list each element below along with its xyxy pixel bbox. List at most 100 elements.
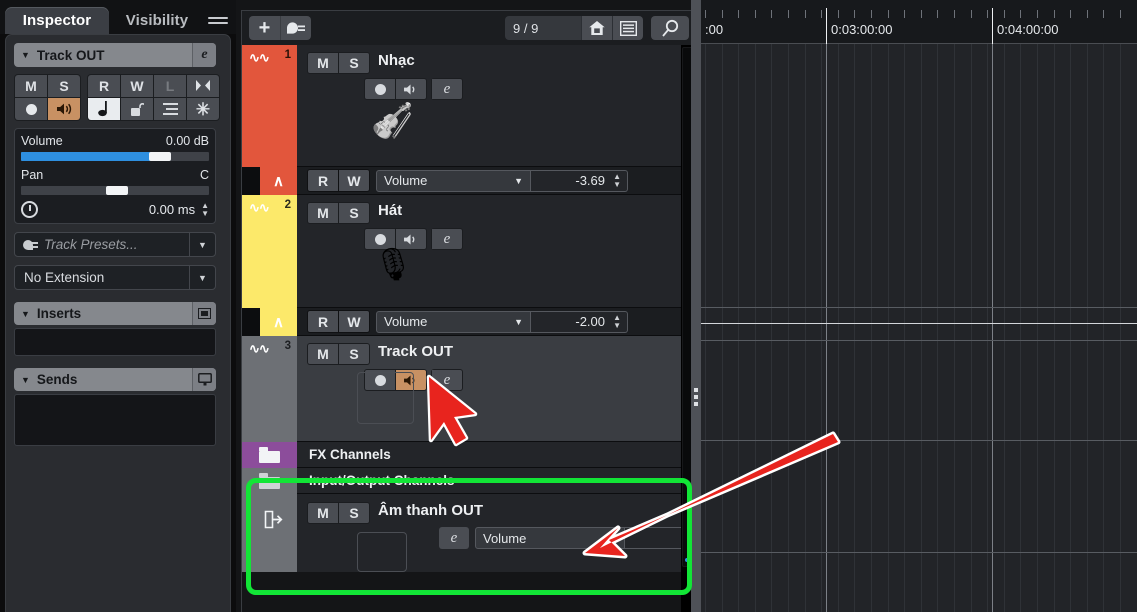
sends-slot-list[interactable] — [14, 394, 216, 446]
track-presets-field[interactable]: Track Presets... ▼ — [14, 232, 216, 257]
mute-button[interactable]: M — [15, 75, 47, 97]
extension-select[interactable]: No Extension ▼ — [14, 265, 216, 290]
tab-inspector[interactable]: Inspector — [5, 7, 109, 34]
grid-line — [871, 44, 872, 612]
automation-value-field[interactable]: -3.69 ▲ ▼ — [531, 169, 628, 192]
track-name[interactable]: Nhạc — [378, 52, 415, 69]
automation-parameter-select[interactable]: Volume ▼ — [376, 310, 531, 333]
musical-mode-button[interactable] — [88, 98, 120, 120]
track-body[interactable]: M S Hát e 🎙 — [297, 195, 695, 308]
folder-row-io-channels[interactable]: Input/Output Channels — [242, 468, 695, 494]
folder-row-fx-channels[interactable]: FX Channels — [242, 442, 695, 468]
track-name[interactable]: Hát — [378, 202, 402, 219]
track-row[interactable]: ∿∿ 3 M S Track OUT e — [242, 336, 695, 442]
ruler-tick — [788, 10, 789, 18]
edit-channel-button[interactable]: e — [432, 370, 462, 390]
ruler-tick — [1070, 10, 1071, 18]
edit-channel-icon[interactable]: e — [192, 43, 216, 67]
freeze-asterisk-icon[interactable]: ✳ — [187, 98, 219, 120]
volume-slider[interactable] — [21, 152, 209, 161]
home-icon[interactable] — [581, 16, 612, 40]
solo-button[interactable]: S — [339, 203, 369, 223]
volume-slider-handle[interactable] — [148, 152, 171, 161]
track-preset-button[interactable] — [280, 16, 311, 40]
track-row[interactable]: ∿∿ 2 M S Hát e 🎙 — [242, 195, 695, 308]
read-automation-button[interactable]: R — [308, 311, 338, 332]
inserts-slot-list[interactable] — [14, 328, 216, 356]
bypass-inserts-icon[interactable] — [192, 302, 216, 325]
track-counter-group: 9 / 9 — [505, 16, 643, 40]
add-track-button[interactable]: + — [249, 16, 280, 40]
track-color-strip[interactable]: ∿∿ 3 — [242, 336, 297, 442]
unlock-icon[interactable] — [121, 98, 153, 120]
inserts-section-header[interactable]: ▼ Inserts — [14, 302, 216, 325]
list-icon[interactable] — [612, 16, 643, 40]
value-stepper[interactable]: ▲ ▼ — [613, 172, 621, 188]
track-color-strip[interactable]: ∿∿ 1 — [242, 45, 297, 167]
delay-value[interactable]: 0.00 ms — [149, 202, 195, 217]
search-button[interactable] — [651, 16, 689, 40]
mute-button[interactable]: M — [308, 53, 338, 73]
solo-button[interactable]: S — [48, 75, 80, 97]
track-row[interactable]: ∿∿ 1 M S Nhạc e 🎻 — [242, 45, 695, 167]
chevron-down-icon[interactable]: ▼ — [21, 375, 30, 385]
pan-slider[interactable] — [21, 186, 209, 195]
ruler-time-label: 0:03:00:00 — [831, 22, 893, 37]
record-enable-button[interactable] — [15, 98, 47, 120]
mute-button[interactable]: M — [308, 344, 338, 364]
automation-value-field[interactable]: -2.00 ▲ ▼ — [531, 310, 628, 333]
read-automation-button[interactable]: R — [88, 75, 120, 97]
mute-button[interactable]: M — [308, 503, 338, 523]
io-parameter-select[interactable]: Volume ▼ — [475, 527, 625, 549]
sends-panel-icon[interactable] — [192, 368, 216, 391]
io-channel-row[interactable]: M S Âm thanh OUT e Volume ▼ — [242, 494, 695, 572]
io-channel-body[interactable]: M S Âm thanh OUT e Volume ▼ — [297, 494, 695, 572]
automation-parameter-select[interactable]: Volume ▼ — [376, 169, 531, 192]
chevron-down-icon[interactable]: ▼ — [21, 50, 30, 60]
edit-channel-button[interactable]: e — [432, 79, 462, 99]
timeline-ruler[interactable]: :00 0:03:00:00 0:04:00:00 — [701, 0, 1137, 44]
io-channel-name[interactable]: Âm thanh OUT — [378, 502, 483, 519]
monitor-button[interactable] — [396, 79, 426, 99]
track-name[interactable]: Track OUT — [378, 343, 453, 360]
divider-grip-icon[interactable] — [694, 388, 698, 406]
tab-visibility[interactable]: Visibility — [111, 7, 203, 34]
automation-lane[interactable]: ∧ R W Volume ▼ -3.69 ▲ ▼ — [242, 167, 695, 195]
write-automation-button[interactable]: W — [339, 170, 369, 191]
chevron-down-icon[interactable]: ▼ — [189, 266, 215, 289]
arrange-grid[interactable] — [701, 44, 1137, 612]
edit-channel-button[interactable]: e — [439, 527, 469, 549]
pan-slider-handle[interactable] — [105, 186, 128, 195]
folder-color-strip — [242, 442, 297, 468]
read-automation-button[interactable]: R — [308, 170, 338, 191]
solo-button[interactable]: S — [339, 344, 369, 364]
solo-button[interactable]: S — [339, 503, 369, 523]
delay-row: 0.00 ms ▲ ▼ — [21, 201, 209, 218]
write-automation-button[interactable]: W — [339, 311, 369, 332]
delay-stepper[interactable]: ▲ ▼ — [201, 201, 209, 217]
inspector-track-header[interactable]: ▼ Track OUT e — [14, 43, 216, 67]
edit-channel-button[interactable]: e — [432, 229, 462, 249]
record-enable-button[interactable] — [365, 79, 395, 99]
chevron-down-icon[interactable]: ▼ — [21, 309, 30, 319]
monitor-button[interactable] — [48, 98, 80, 120]
track-body[interactable]: M S Nhạc e 🎻 — [297, 45, 695, 167]
write-automation-button[interactable]: W — [121, 75, 153, 97]
lock-automation-button[interactable]: L — [154, 75, 186, 97]
mute-button[interactable]: M — [308, 203, 338, 223]
track-empty-slot[interactable] — [357, 372, 414, 424]
sends-section-header[interactable]: ▼ Sends — [14, 368, 216, 391]
panel-divider[interactable] — [691, 0, 701, 612]
automation-lane[interactable]: ∧ R W Volume ▼ -2.00 ▲ ▼ — [242, 308, 695, 336]
track-preset-icon — [23, 239, 38, 251]
grid-line — [1037, 44, 1038, 612]
io-empty-slot[interactable] — [357, 532, 407, 572]
value-stepper[interactable]: ▲ ▼ — [613, 313, 621, 329]
track-body[interactable]: M S Track OUT e — [297, 336, 695, 442]
track-color-strip[interactable]: ∿∿ 2 — [242, 195, 297, 308]
hamburger-icon[interactable] — [208, 12, 228, 28]
solo-button[interactable]: S — [339, 53, 369, 73]
collapse-icon[interactable] — [187, 75, 219, 97]
lanes-icon[interactable] — [154, 98, 186, 120]
chevron-down-icon[interactable]: ▼ — [189, 233, 215, 256]
